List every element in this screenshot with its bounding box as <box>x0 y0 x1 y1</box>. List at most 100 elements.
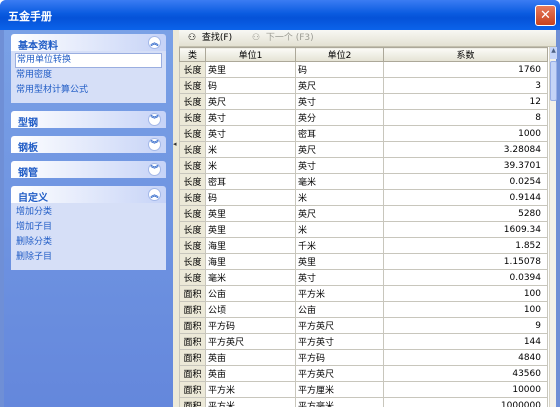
cell-unit2[interactable]: 英寸 <box>295 157 384 174</box>
sidebar-group-header[interactable]: 基本资料 ︽ <box>11 34 166 52</box>
cell-category[interactable]: 面积 <box>179 349 206 366</box>
close-button[interactable]: ✕ <box>535 5 556 26</box>
sidebar-item[interactable]: 常用密度 <box>15 68 166 83</box>
cell-unit2[interactable]: 平方英寸 <box>295 333 384 350</box>
table-row[interactable]: 面积 平方米 平方厘米 10000 <box>179 381 548 398</box>
chevron-down-icon[interactable]: ︾ <box>148 113 161 126</box>
cell-unit2[interactable]: 平方码 <box>295 349 384 366</box>
cell-factor[interactable]: 100 <box>383 301 548 318</box>
cell-unit1[interactable]: 密耳 <box>205 173 296 190</box>
sidebar-group-header[interactable]: 型钢 ︾ <box>11 111 166 128</box>
cell-category[interactable]: 长度 <box>179 205 206 222</box>
table-row[interactable]: 长度 英寸 密耳 1000 <box>179 125 548 142</box>
cell-unit2[interactable]: 英尺 <box>295 141 384 158</box>
cell-unit2[interactable]: 毫米 <box>295 173 384 190</box>
find-button[interactable]: ⚇ 查找(F) <box>185 31 232 46</box>
table-row[interactable]: 长度 毫米 英寸 0.0394 <box>179 269 548 286</box>
chevron-down-icon[interactable]: ︾ <box>148 163 161 176</box>
cell-category[interactable]: 长度 <box>179 221 206 238</box>
cell-category[interactable]: 长度 <box>179 93 206 110</box>
sidebar-item[interactable]: 删除子目 <box>15 250 166 265</box>
table-row[interactable]: 长度米英寸 39.3701 <box>179 157 548 174</box>
collapse-arrow-icon[interactable]: ◂ <box>173 140 177 148</box>
column-header-category[interactable]: 类 <box>179 47 206 62</box>
cell-category[interactable]: 长度 <box>179 269 206 286</box>
table-row[interactable]: 面积 公亩 平方米 100 <box>179 285 548 302</box>
cell-factor[interactable]: 1.15078 <box>383 253 548 270</box>
table-row[interactable]: 长度 英尺 英寸 12 <box>179 93 548 110</box>
cell-unit2[interactable]: 密耳 <box>295 125 384 142</box>
cell-category[interactable]: 面积 <box>179 333 206 350</box>
cell-unit1[interactable]: 平方英尺 <box>205 333 296 350</box>
table-row[interactable]: 长度米英尺 3.28084 <box>179 141 548 158</box>
cell-unit2[interactable]: 千米 <box>295 237 384 254</box>
cell-unit2[interactable]: 英寸 <box>295 93 384 110</box>
cell-factor[interactable]: 1.852 <box>383 237 548 254</box>
cell-factor[interactable]: 100 <box>383 285 548 302</box>
cell-unit2[interactable]: 英尺 <box>295 205 384 222</box>
cell-factor[interactable]: 1000 <box>383 125 548 142</box>
table-row[interactable]: 长度码米 0.9144 <box>179 189 548 206</box>
cell-unit2[interactable]: 平方米 <box>295 285 384 302</box>
cell-unit1[interactable]: 英寸 <box>205 109 296 126</box>
cell-unit2[interactable]: 码 <box>295 61 384 78</box>
cell-category[interactable]: 面积 <box>179 365 206 382</box>
sidebar-item[interactable]: 常用型材计算公式 <box>15 83 166 98</box>
find-next-button[interactable]: ⚇ 下一个 (F3) <box>249 31 314 46</box>
table-row[interactable]: 面积 英亩 平方英尺 43560 <box>179 365 548 382</box>
table-row[interactable]: 长度 英里码 1760 <box>179 61 548 78</box>
cell-unit2[interactable]: 英里 <box>295 253 384 270</box>
sidebar-group-header[interactable]: 钢管 ︾ <box>11 161 166 178</box>
table-row[interactable]: 长度 英里 英尺 5280 <box>179 205 548 222</box>
sidebar-group-header[interactable]: 自定义 ︽ <box>11 186 166 204</box>
cell-unit1[interactable]: 码 <box>205 77 296 94</box>
sidebar-item[interactable]: 增加子目 <box>15 220 166 235</box>
cell-unit2[interactable]: 公亩 <box>295 301 384 318</box>
sidebar-group-header[interactable]: 钢板 ︾ <box>11 136 166 153</box>
table-row[interactable]: 面积 平方码 平方英尺 9 <box>179 317 548 334</box>
cell-unit1[interactable]: 公顷 <box>205 301 296 318</box>
cell-factor[interactable]: 0.0394 <box>383 269 548 286</box>
vertical-scrollbar[interactable]: ▲ <box>549 47 557 407</box>
cell-category[interactable]: 长度 <box>179 189 206 206</box>
chevron-up-icon[interactable]: ︽ <box>148 36 161 49</box>
cell-factor[interactable]: 144 <box>383 333 548 350</box>
cell-unit2[interactable]: 平方英尺 <box>295 317 384 334</box>
table-row[interactable]: 长度 海里 千米 1.852 <box>179 237 548 254</box>
cell-category[interactable]: 长度 <box>179 253 206 270</box>
table-row[interactable]: 面积 公顷 公亩 100 <box>179 301 548 318</box>
table-row[interactable]: 面积 平方英尺 平方英寸 144 <box>179 333 548 350</box>
cell-category[interactable]: 长度 <box>179 173 206 190</box>
table-row[interactable]: 长度 英里米 1609.34 <box>179 221 548 238</box>
cell-unit1[interactable]: 平方米 <box>205 381 296 398</box>
cell-factor[interactable]: 0.0254 <box>383 173 548 190</box>
cell-category[interactable]: 面积 <box>179 301 206 318</box>
title-bar[interactable]: 五金手册 ✕ <box>0 0 560 30</box>
cell-category[interactable]: 长度 <box>179 125 206 142</box>
table-row[interactable]: 长度 海里 英里 1.15078 <box>179 253 548 270</box>
cell-unit2[interactable]: 平方厘米 <box>295 381 384 398</box>
cell-category[interactable]: 面积 <box>179 397 206 407</box>
cell-factor[interactable]: 12 <box>383 93 548 110</box>
cell-category[interactable]: 面积 <box>179 285 206 302</box>
table-row[interactable]: 长度 密耳 毫米 0.0254 <box>179 173 548 190</box>
cell-unit2[interactable]: 米 <box>295 221 384 238</box>
cell-unit1[interactable]: 海里 <box>205 237 296 254</box>
table-row[interactable]: 长度码英尺 3 <box>179 77 548 94</box>
cell-unit1[interactable]: 米 <box>205 141 296 158</box>
cell-category[interactable]: 长度 <box>179 141 206 158</box>
cell-unit1[interactable]: 公亩 <box>205 285 296 302</box>
column-header-unit2[interactable]: 单位2 <box>295 47 384 62</box>
cell-factor[interactable]: 3 <box>383 77 548 94</box>
cell-factor[interactable]: 1609.34 <box>383 221 548 238</box>
cell-unit1[interactable]: 海里 <box>205 253 296 270</box>
cell-unit1[interactable]: 英亩 <box>205 349 296 366</box>
cell-category[interactable]: 长度 <box>179 109 206 126</box>
cell-factor[interactable]: 43560 <box>383 365 548 382</box>
cell-factor[interactable]: 4840 <box>383 349 548 366</box>
cell-unit2[interactable]: 英寸 <box>295 269 384 286</box>
cell-unit1[interactable]: 英里 <box>205 205 296 222</box>
cell-unit1[interactable]: 毫米 <box>205 269 296 286</box>
cell-unit1[interactable]: 码 <box>205 189 296 206</box>
cell-unit2[interactable]: 平方英尺 <box>295 365 384 382</box>
